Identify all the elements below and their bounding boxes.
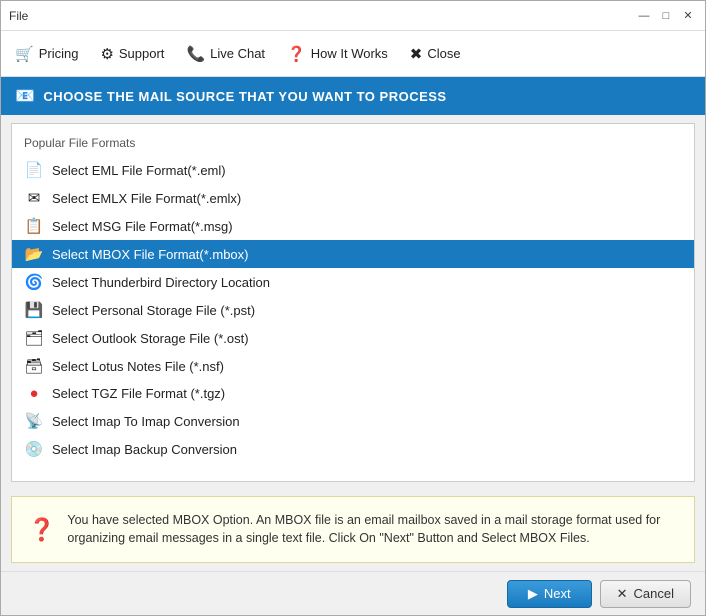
close-window-button[interactable]: ✕ <box>679 7 697 25</box>
eml-icon: 📄 <box>24 161 44 179</box>
file-item-eml[interactable]: 📄 Select EML File Format(*.eml) <box>12 156 694 184</box>
file-item-ost[interactable]: 🗂 Select Outlook Storage File (*.ost) <box>12 324 694 352</box>
imap-label: Select Imap To Imap Conversion <box>52 414 240 429</box>
file-item-emlx[interactable]: ✉ Select EMLX File Format(*.emlx) <box>12 184 694 212</box>
nav-item-support[interactable]: ⚙ Support <box>90 40 174 68</box>
info-icon: ❓ <box>28 513 55 546</box>
thunderbird-label: Select Thunderbird Directory Location <box>52 275 270 290</box>
imap-backup-label: Select Imap Backup Conversion <box>52 442 237 457</box>
title-bar: File — □ ✕ <box>1 1 705 31</box>
nav-bar: 🛒 Pricing ⚙ Support 📞 Live Chat ❓ How It… <box>1 31 705 77</box>
next-label: Next <box>544 586 571 601</box>
next-icon: ▶ <box>528 586 538 602</box>
nav-label-close: Close <box>427 46 460 61</box>
cancel-label: Cancel <box>634 586 674 601</box>
pst-icon: 💾 <box>24 301 44 319</box>
nav-label-pricing: Pricing <box>39 46 79 61</box>
livechat-icon: 📞 <box>186 45 205 63</box>
emlx-label: Select EMLX File Format(*.emlx) <box>52 191 241 206</box>
file-item-msg[interactable]: 📋 Select MSG File Format(*.msg) <box>12 212 694 240</box>
nav-label-howitworks: How It Works <box>311 46 388 61</box>
msg-label: Select MSG File Format(*.msg) <box>52 219 233 234</box>
info-box: ❓ You have selected MBOX Option. An MBOX… <box>11 496 695 564</box>
header-text: CHOOSE THE MAIL SOURCE THAT YOU WANT TO … <box>43 89 446 104</box>
info-text: You have selected MBOX Option. An MBOX f… <box>67 511 678 549</box>
imap-backup-icon: 💿 <box>24 440 44 458</box>
tgz-label: Select TGZ File Format (*.tgz) <box>52 386 225 401</box>
content-area: Popular File Formats 📄 Select EML File F… <box>11 123 695 482</box>
nav-item-howitworks[interactable]: ❓ How It Works <box>277 40 398 68</box>
tgz-icon: ● <box>24 385 44 402</box>
pst-label: Select Personal Storage File (*.pst) <box>52 303 255 318</box>
header-icon: 📧 <box>15 86 35 106</box>
mbox-icon: 📂 <box>24 245 44 263</box>
bottom-bar: ▶ Next ✕ Cancel <box>1 571 705 615</box>
section-label: Popular File Formats <box>12 134 694 156</box>
eml-label: Select EML File Format(*.eml) <box>52 163 226 178</box>
nav-label-livechat: Live Chat <box>210 46 265 61</box>
next-button[interactable]: ▶ Next <box>507 580 592 608</box>
file-item-imap-backup[interactable]: 💿 Select Imap Backup Conversion <box>12 435 694 463</box>
imap-icon: 📡 <box>24 412 44 430</box>
cancel-icon: ✕ <box>617 586 628 602</box>
emlx-icon: ✉ <box>24 189 44 207</box>
msg-icon: 📋 <box>24 217 44 235</box>
file-list: 📄 Select EML File Format(*.eml) ✉ Select… <box>12 156 694 463</box>
mbox-label: Select MBOX File Format(*.mbox) <box>52 247 249 262</box>
file-item-nsf[interactable]: 🗃 Select Lotus Notes File (*.nsf) <box>12 352 694 380</box>
cancel-button[interactable]: ✕ Cancel <box>600 580 691 608</box>
file-item-imap[interactable]: 📡 Select Imap To Imap Conversion <box>12 407 694 435</box>
nav-item-close[interactable]: ✖ Close <box>400 40 471 68</box>
ost-icon: 🗂 <box>24 329 44 347</box>
nav-item-livechat[interactable]: 📞 Live Chat <box>176 40 275 68</box>
nsf-label: Select Lotus Notes File (*.nsf) <box>52 359 224 374</box>
nsf-icon: 🗃 <box>24 357 44 375</box>
pricing-icon: 🛒 <box>15 45 34 63</box>
header-bar: 📧 CHOOSE THE MAIL SOURCE THAT YOU WANT T… <box>1 77 705 115</box>
nav-item-pricing[interactable]: 🛒 Pricing <box>5 40 88 68</box>
nav-label-support: Support <box>119 46 165 61</box>
main-window: File — □ ✕ 🛒 Pricing ⚙ Support 📞 Live Ch… <box>0 0 706 616</box>
howitworks-icon: ❓ <box>287 45 306 63</box>
file-item-mbox[interactable]: 📂 Select MBOX File Format(*.mbox) <box>12 240 694 268</box>
maximize-button[interactable]: □ <box>657 7 675 25</box>
nav-close-icon: ✖ <box>410 45 423 63</box>
thunderbird-icon: 🌀 <box>24 273 44 291</box>
window-title: File <box>9 9 28 23</box>
minimize-button[interactable]: — <box>635 7 653 25</box>
file-item-tgz[interactable]: ● Select TGZ File Format (*.tgz) <box>12 380 694 407</box>
title-bar-controls: — □ ✕ <box>635 7 697 25</box>
file-item-pst[interactable]: 💾 Select Personal Storage File (*.pst) <box>12 296 694 324</box>
ost-label: Select Outlook Storage File (*.ost) <box>52 331 249 346</box>
file-item-thunderbird[interactable]: 🌀 Select Thunderbird Directory Location <box>12 268 694 296</box>
support-icon: ⚙ <box>100 45 113 63</box>
